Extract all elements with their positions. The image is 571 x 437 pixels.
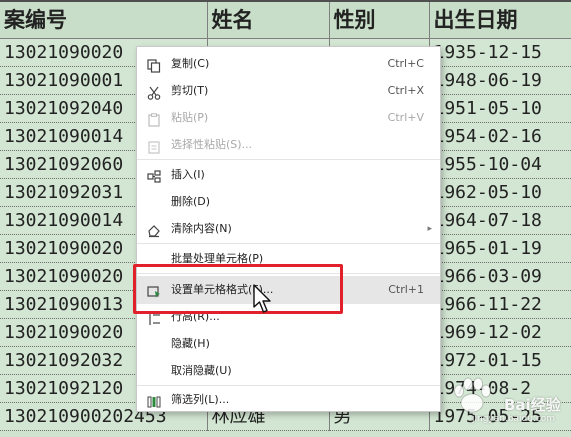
menu-item-copy[interactable]: 复制(C) Ctrl+C bbox=[137, 51, 440, 77]
submenu-arrow-icon: ▸ bbox=[427, 224, 432, 234]
cell-birthdate[interactable]: 1951-05-10 bbox=[429, 94, 571, 123]
paste-special-icon bbox=[147, 138, 161, 154]
copy-icon bbox=[147, 57, 161, 73]
column-header-birthdate[interactable]: 出生日期 bbox=[429, 0, 571, 39]
header-row: 案编号 姓名 性别 出生日期 bbox=[0, 0, 571, 39]
menu-item-label: 取消隐藏(U) bbox=[171, 364, 232, 377]
menu-item-shortcut: Ctrl+1 bbox=[388, 283, 424, 296]
cell-birthdate[interactable]: 1966-11-22 bbox=[429, 290, 571, 319]
menu-item-shortcut: Ctrl+V bbox=[387, 111, 424, 124]
cell-birthdate[interactable]: 1964-07-18 bbox=[429, 206, 571, 235]
menu-item-label: 选择性粘贴(S)... bbox=[171, 138, 253, 151]
menu-item-label: 插入(I) bbox=[171, 168, 205, 181]
context-menu: 复制(C) Ctrl+C 剪切(T) Ctrl+X 粘贴(P) Ctrl+V 选… bbox=[136, 46, 441, 412]
menu-item-label: 复制(C) bbox=[171, 57, 210, 70]
menu-item-label: 粘贴(P) bbox=[171, 111, 209, 124]
column-header-id[interactable]: 案编号 bbox=[0, 0, 208, 39]
insert-icon bbox=[147, 168, 161, 183]
cell-birthdate[interactable]: 1969-12-02 bbox=[429, 318, 571, 347]
cell-birthdate[interactable]: 1954-02-16 bbox=[429, 122, 571, 151]
watermark-text: Bai经验 bbox=[504, 396, 561, 414]
mouse-cursor-icon bbox=[252, 283, 274, 317]
menu-item-delete[interactable]: 删除(D) bbox=[137, 189, 440, 215]
menu-item-hide[interactable]: 隐藏(H) bbox=[137, 331, 440, 357]
cell-birthdate[interactable]: 1972-01-15 bbox=[429, 346, 571, 375]
menu-separator bbox=[137, 159, 440, 160]
paw-logo-icon bbox=[454, 377, 491, 413]
menu-item-clear[interactable]: 清除内容(N) ▸ bbox=[137, 216, 440, 242]
menu-item-shortcut: Ctrl+C bbox=[387, 57, 424, 70]
scissors-icon bbox=[147, 84, 161, 100]
watermark: Bai经验 jingyan.baidu.com bbox=[442, 372, 567, 430]
cell-birthdate[interactable]: 1955-10-04 bbox=[429, 150, 571, 179]
eraser-icon bbox=[147, 222, 161, 238]
menu-item-unhide[interactable]: 取消隐藏(U) bbox=[137, 358, 440, 384]
paste-icon bbox=[147, 111, 161, 127]
highlight-box bbox=[133, 264, 343, 314]
menu-item-cut[interactable]: 剪切(T) Ctrl+X bbox=[137, 78, 440, 104]
cell-birthdate[interactable]: 1965-01-19 bbox=[429, 234, 571, 263]
menu-item-label: 筛选列(L)... bbox=[171, 393, 230, 406]
cell-birthdate[interactable]: 1935-12-15 bbox=[429, 38, 571, 67]
filter-columns-icon bbox=[147, 393, 161, 408]
watermark-url: jingyan.baidu.com bbox=[472, 414, 556, 424]
column-header-gender[interactable]: 性别 bbox=[329, 0, 430, 39]
menu-item-filter[interactable]: 筛选列(L)... bbox=[137, 387, 440, 413]
menu-item-label: 删除(D) bbox=[171, 195, 211, 208]
menu-separator bbox=[137, 243, 440, 244]
menu-item-paste[interactable]: 粘贴(P) Ctrl+V bbox=[137, 105, 440, 131]
cell-birthdate[interactable]: 1966-03-09 bbox=[429, 262, 571, 291]
menu-item-label: 剪切(T) bbox=[171, 84, 209, 97]
menu-item-label: 清除内容(N) bbox=[171, 222, 232, 235]
menu-item-insert[interactable]: 插入(I) bbox=[137, 162, 440, 188]
menu-item-paste-special[interactable]: 选择性粘贴(S)... bbox=[137, 132, 440, 158]
cell-birthdate[interactable]: 1962-05-10 bbox=[429, 178, 571, 207]
column-header-name[interactable]: 姓名 bbox=[207, 0, 330, 39]
menu-item-shortcut: Ctrl+X bbox=[387, 84, 424, 97]
cell-birthdate[interactable]: 1948-06-19 bbox=[429, 66, 571, 95]
menu-separator bbox=[137, 385, 440, 386]
menu-item-label: 隐藏(H) bbox=[171, 337, 210, 350]
